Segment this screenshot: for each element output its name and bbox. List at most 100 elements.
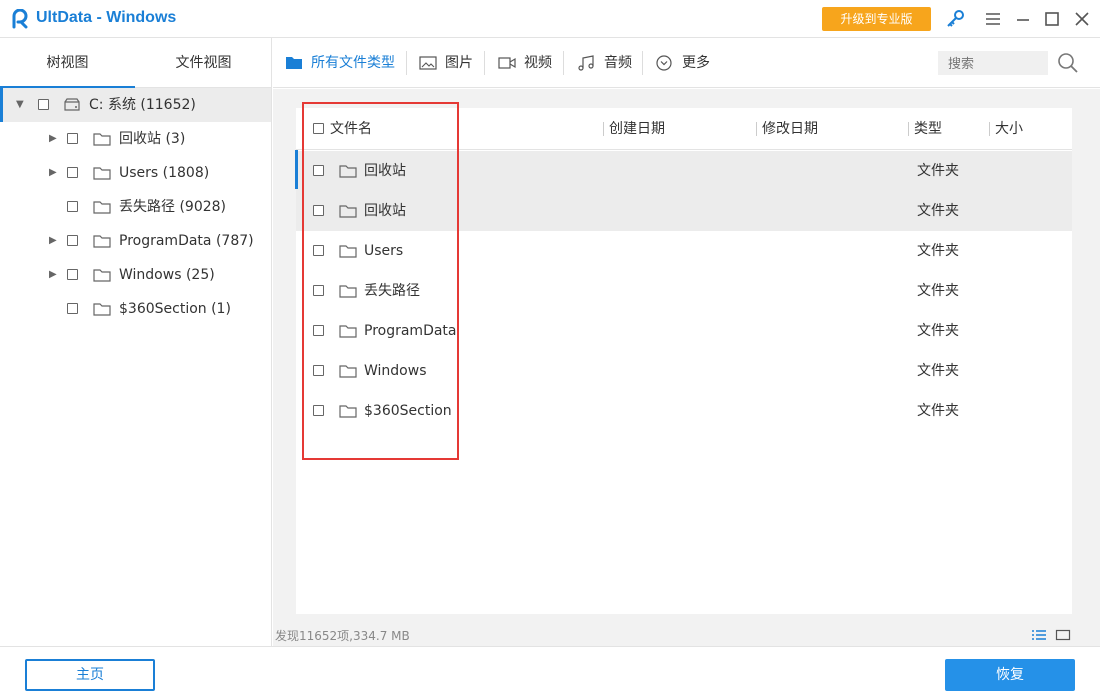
table-row[interactable]: 丢失路径 文件夹 bbox=[296, 271, 1072, 311]
menu-icon[interactable] bbox=[982, 8, 1004, 30]
checkbox[interactable] bbox=[67, 303, 78, 314]
folder-icon bbox=[93, 303, 111, 316]
nav-label: 所有文件类型 bbox=[311, 55, 395, 71]
nav-label: 更多 bbox=[682, 55, 710, 71]
checkbox[interactable] bbox=[313, 165, 324, 176]
table-row[interactable]: Windows 文件夹 bbox=[296, 351, 1072, 391]
video-icon bbox=[498, 57, 516, 69]
checkbox[interactable] bbox=[313, 325, 324, 336]
chevron-down-circle-icon bbox=[656, 55, 672, 71]
nav-label: 图片 bbox=[445, 55, 473, 71]
key-icon[interactable] bbox=[944, 8, 966, 30]
tree-item-label: Users (1808) bbox=[119, 165, 210, 181]
folder-icon bbox=[339, 245, 357, 258]
upgrade-button[interactable]: 升级到专业版 bbox=[822, 7, 931, 31]
tree-item-programdata[interactable]: ▶ ProgramData (787) bbox=[0, 224, 271, 258]
file-type-nav: 所有文件类型 图片 视频 音频 更多 bbox=[273, 38, 1100, 88]
tree-item-windows[interactable]: ▶ Windows (25) bbox=[0, 258, 271, 292]
status-bar: 发现11652项,334.7 MB bbox=[273, 624, 1100, 646]
column-header-created[interactable]: 创建日期 bbox=[609, 108, 665, 150]
folder-icon bbox=[339, 165, 357, 178]
tree-item-360section[interactable]: $360Section (1) bbox=[0, 292, 271, 326]
file-name: 回收站 bbox=[364, 203, 406, 219]
divider bbox=[563, 51, 564, 75]
checkbox[interactable] bbox=[67, 269, 78, 280]
collapsed-arrow-icon[interactable]: ▶ bbox=[49, 122, 59, 156]
drive-icon bbox=[64, 98, 80, 111]
list-view-icon[interactable] bbox=[1031, 629, 1047, 641]
grid-view-icon[interactable] bbox=[1055, 629, 1071, 641]
table-row[interactable]: $360Section 文件夹 bbox=[296, 391, 1072, 431]
home-button[interactable]: 主页 bbox=[25, 659, 155, 691]
tree-item-recycle-bin[interactable]: ▶ 回收站 (3) bbox=[0, 122, 271, 156]
tab-file-view[interactable]: 文件视图 bbox=[136, 38, 271, 88]
tree-item-label: 回收站 (3) bbox=[119, 131, 186, 147]
search-input[interactable] bbox=[938, 51, 1048, 75]
table-row[interactable]: 回收站 文件夹 bbox=[296, 191, 1072, 231]
tab-tree-view[interactable]: 树视图 bbox=[0, 38, 135, 88]
divider bbox=[908, 122, 909, 136]
divider bbox=[756, 122, 757, 136]
tree-item-label: 丢失路径 (9028) bbox=[119, 199, 227, 215]
table-row[interactable]: Users 文件夹 bbox=[296, 231, 1072, 271]
recover-button[interactable]: 恢复 bbox=[945, 659, 1075, 691]
column-header-modified[interactable]: 修改日期 bbox=[762, 108, 818, 150]
checkbox[interactable] bbox=[67, 133, 78, 144]
search-icon[interactable] bbox=[1057, 52, 1079, 74]
column-header-type[interactable]: 类型 bbox=[914, 108, 942, 150]
folder-icon bbox=[339, 365, 357, 378]
table-header: 文件名 创建日期 修改日期 类型 大小 bbox=[296, 108, 1072, 150]
file-table: 文件名 创建日期 修改日期 类型 大小 回收站 文件夹 回收站 文件夹 User… bbox=[296, 108, 1072, 614]
table-row[interactable]: ProgramData 文件夹 bbox=[296, 311, 1072, 351]
status-text: 发现11652项,334.7 MB bbox=[275, 629, 410, 643]
checkbox[interactable] bbox=[313, 365, 324, 376]
file-name: 丢失路径 bbox=[364, 283, 420, 299]
close-icon[interactable] bbox=[1071, 8, 1093, 30]
tree-item-root[interactable]: ▼ C: 系统 (11652) bbox=[0, 88, 271, 122]
file-type: 文件夹 bbox=[917, 323, 959, 339]
checkbox[interactable] bbox=[67, 167, 78, 178]
tree-root-label: C: 系统 (11652) bbox=[89, 97, 196, 113]
file-name: Users bbox=[364, 243, 404, 259]
folder-icon bbox=[286, 57, 302, 69]
tree-item-users[interactable]: ▶ Users (1808) bbox=[0, 156, 271, 190]
column-header-size[interactable]: 大小 bbox=[995, 108, 1023, 150]
collapsed-arrow-icon[interactable]: ▶ bbox=[49, 258, 59, 292]
collapsed-arrow-icon[interactable]: ▶ bbox=[49, 156, 59, 190]
file-name: Windows bbox=[364, 363, 427, 379]
selected-row-indicator bbox=[295, 150, 298, 189]
checkbox[interactable] bbox=[313, 205, 324, 216]
checkbox[interactable] bbox=[313, 285, 324, 296]
file-type: 文件夹 bbox=[917, 363, 959, 379]
checkbox[interactable] bbox=[67, 235, 78, 246]
checkbox[interactable] bbox=[313, 405, 324, 416]
folder-icon bbox=[93, 201, 111, 214]
minimize-icon[interactable] bbox=[1012, 8, 1034, 30]
checkbox[interactable] bbox=[38, 99, 49, 110]
bottom-bar: 主页 恢复 bbox=[0, 646, 1100, 700]
file-name: ProgramData bbox=[364, 323, 457, 339]
file-type: 文件夹 bbox=[917, 203, 959, 219]
select-all-checkbox[interactable] bbox=[313, 123, 324, 134]
ultdata-logo-icon bbox=[12, 9, 28, 29]
collapsed-arrow-icon[interactable]: ▶ bbox=[49, 224, 59, 258]
nav-label: 视频 bbox=[524, 55, 552, 71]
tree-item-lost-path[interactable]: 丢失路径 (9028) bbox=[0, 190, 271, 224]
table-row[interactable]: 回收站 文件夹 bbox=[296, 151, 1072, 191]
maximize-icon[interactable] bbox=[1041, 8, 1063, 30]
folder-icon bbox=[93, 133, 111, 146]
file-name: $360Section bbox=[364, 403, 452, 419]
music-icon bbox=[578, 55, 594, 71]
folder-icon bbox=[93, 235, 111, 248]
tree-item-label: Windows (25) bbox=[119, 267, 215, 283]
checkbox[interactable] bbox=[313, 245, 324, 256]
column-header-name[interactable]: 文件名 bbox=[330, 108, 372, 150]
folder-icon bbox=[339, 405, 357, 418]
file-type: 文件夹 bbox=[917, 403, 959, 419]
divider bbox=[642, 51, 643, 75]
nav-label: 音频 bbox=[604, 55, 632, 71]
folder-icon bbox=[339, 285, 357, 298]
expanded-arrow-icon[interactable]: ▼ bbox=[16, 88, 26, 122]
divider bbox=[484, 51, 485, 75]
checkbox[interactable] bbox=[67, 201, 78, 212]
